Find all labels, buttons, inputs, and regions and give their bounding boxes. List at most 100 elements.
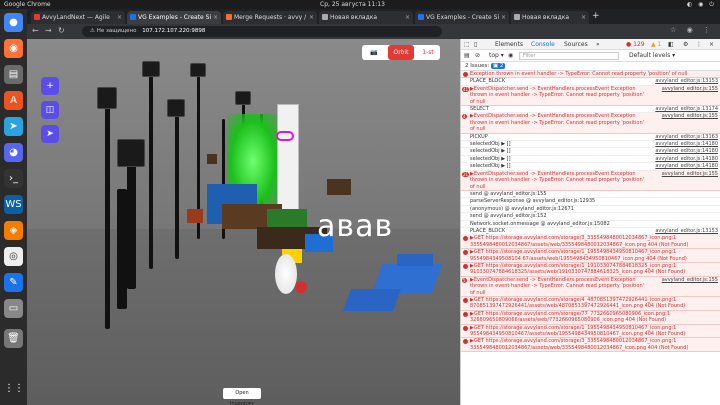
more-tabs-button[interactable]: » — [596, 41, 600, 48]
tab-1[interactable]: AvvyLandNext — Agile × — [31, 11, 125, 24]
device-toggle-icon[interactable]: ▯ — [474, 41, 477, 48]
console-log-row[interactable]: (anonymous) @ avvyland_editor.js:12671 — [461, 206, 720, 214]
source-link[interactable]: avvyland_editor.js:13153 — [655, 78, 718, 84]
console-log-row[interactable]: SELECT avvyland_editor.js:13174 — [461, 106, 720, 114]
close-icon[interactable]: × — [213, 14, 218, 21]
console-log[interactable]: Exception thrown in event handler -> Typ… — [461, 71, 720, 353]
source-link[interactable]: avvyland_editor.js:155 — [662, 86, 718, 92]
tab-4[interactable]: Новая вкладка × — [319, 11, 413, 24]
editor-icon[interactable]: ✎ — [4, 273, 23, 292]
context-selector[interactable]: top ▾ — [489, 52, 504, 59]
shapes-button[interactable]: ◫ — [41, 101, 59, 119]
scene-viewport[interactable]: авав 📷 Orbit 1-st + ◫ ➤ Open Inventory — [27, 39, 460, 405]
app-grid-icon[interactable]: ⋮⋮ — [4, 379, 24, 398]
system-tray-icons[interactable]: ◐ ◉ ⏻ — [687, 1, 716, 9]
tab-elements[interactable]: Elements — [495, 41, 523, 48]
source-link[interactable]: avvyland_editor.js:155 — [662, 277, 718, 283]
source-link[interactable]: avvyland_editor.js:14180 — [655, 163, 718, 169]
issues-bar[interactable]: 2 Issues: ▣ 2 — [461, 62, 720, 71]
sidebar-toggle-icon[interactable]: ▤ — [464, 52, 470, 59]
console-filter-input[interactable]: Filter — [519, 52, 619, 60]
chrome-icon[interactable]: ● — [4, 13, 23, 32]
source-link[interactable]: avvyland_editor.js:14180 — [655, 156, 718, 162]
tab-5[interactable]: VG Examples - Create Si × — [415, 11, 509, 24]
console-log-row[interactable]: selectedObj ▶ [] avvyland_editor.js:14180 — [461, 148, 720, 156]
source-link[interactable]: avvyland_editor.js:14180 — [655, 141, 718, 147]
close-icon[interactable]: × — [709, 41, 714, 48]
back-icon[interactable]: ← — [32, 26, 39, 35]
source-link[interactable]: avvyland_editor.js:155 — [662, 113, 718, 119]
console-log-row[interactable]: send @ avvyland_editor.js:155 — [461, 191, 720, 199]
terminal-icon[interactable]: ›_ — [4, 169, 23, 188]
discord-icon[interactable]: ◕ — [4, 143, 23, 162]
console-error-row[interactable]: 4 ▶EventDispatcher.send -> EventHandlers.… — [461, 113, 720, 134]
console-log-row[interactable]: Network.socket.onmessage @ avvyland_edit… — [461, 221, 720, 228]
console-error-row[interactable]: ▶GET https://storage.avvyland.com/storag… — [461, 297, 720, 311]
forward-icon[interactable]: → — [45, 26, 52, 35]
console-error-row[interactable]: 5 ▶EventDispatcher.send -> EventHandlers.… — [461, 276, 720, 297]
console-error-row[interactable]: 41 ▶EventDispatcher.send -> EventHandlers… — [461, 85, 720, 107]
source-link[interactable]: avvyland_editor.js:155 — [662, 171, 718, 177]
software-icon[interactable]: A — [4, 91, 23, 110]
tab-2[interactable]: VG Examples - Create Si × — [127, 11, 221, 24]
console-error-row[interactable]: ▶GET https://storage.avvyland.com/storag… — [461, 338, 720, 353]
console-error-row[interactable]: ▶GET https://storage.avvyland.com/storag… — [461, 235, 720, 250]
new-tab-button[interactable]: + — [592, 11, 600, 21]
reload-icon[interactable]: ↻ — [58, 26, 65, 35]
source-link[interactable]: avvyland_editor.js:14180 — [655, 148, 718, 154]
active-app-name[interactable]: Google Chrome — [4, 1, 51, 8]
tab-sources[interactable]: Sources — [564, 41, 588, 48]
console-error-row[interactable]: ▶GET https://storage.avvyland.com/storag… — [461, 262, 720, 277]
issues-shortcut-icon[interactable]: ◧ — [668, 41, 674, 48]
clear-console-icon[interactable]: ⊘ — [475, 52, 480, 59]
settings-gear-icon[interactable]: ⚙ — [683, 41, 688, 48]
console-log-row[interactable]: PLACE_BLOCK avvyland_editor.js:13153 — [461, 228, 720, 236]
inspect-icon[interactable]: ⬚ — [464, 41, 470, 48]
tab-6[interactable]: Новая вкладка × — [511, 11, 589, 24]
console-error-row[interactable]: ▶GET https://storage.avvyland.com/storag… — [461, 310, 720, 325]
telegram-icon[interactable]: ➤ — [4, 117, 23, 136]
console-log-row[interactable]: selectedObj ▶ [] avvyland_editor.js:14180 — [461, 141, 720, 149]
orbit-mode-button[interactable]: Orbit — [388, 45, 414, 60]
address-bar[interactable]: ⚠ Не защищено 107.172.107.220:9898 — [82, 26, 442, 37]
console-log-row[interactable]: selectedObj ▶ [] avvyland_editor.js:14180 — [461, 163, 720, 171]
warning-counter[interactable]: ▲ 1 — [651, 41, 661, 48]
tab-3[interactable]: Merge Requests · avvy / × — [223, 11, 317, 24]
log-levels-dropdown[interactable]: Default levels ▾ — [629, 52, 675, 59]
console-error-row[interactable]: Exception thrown in event handler -> Typ… — [461, 71, 720, 79]
console-log-row[interactable]: parseServerResponse @ avvyland_editor.js… — [461, 198, 720, 206]
close-icon[interactable]: × — [117, 14, 122, 21]
console-error-row[interactable]: ▶GET https://storage.avvyland.com/storag… — [461, 249, 720, 263]
console-log-row[interactable]: selectedObj ▶ [] avvyland_editor.js:14180 — [461, 156, 720, 164]
source-link[interactable]: avvyland_editor.js:13163 — [655, 134, 718, 140]
clock[interactable]: Ср, 25 августа 11:13 — [320, 1, 385, 8]
add-object-button[interactable]: + — [41, 77, 59, 95]
first-person-mode-button[interactable]: 1-st — [416, 45, 440, 60]
console-error-row[interactable]: 21 ▶EventDispatcher.send -> EventHandlers… — [461, 170, 720, 191]
console-error-row[interactable]: ▶GET https://storage.avvyland.com/storag… — [461, 324, 720, 339]
source-link[interactable]: avvyland_editor.js:13174 — [655, 106, 718, 112]
usb-drive-icon[interactable]: ▭ — [4, 299, 23, 318]
error-counter[interactable]: ● 129 — [626, 41, 645, 48]
files-icon[interactable]: ▤ — [4, 65, 23, 84]
console-log-row[interactable]: PICKUP avvyland_editor.js:13163 — [461, 134, 720, 142]
toolbar-actions[interactable]: ☆ ◉ ⋮ — [670, 26, 714, 34]
close-icon[interactable]: × — [501, 14, 506, 21]
screenshot-mode-button[interactable]: 📷 — [362, 45, 386, 60]
select-tool-button[interactable]: ➤ — [41, 125, 59, 143]
trash-icon[interactable]: 🗑 — [4, 329, 23, 348]
webstorm-icon[interactable]: WS — [4, 195, 23, 214]
kebab-menu-icon[interactable]: ⋮ — [696, 41, 702, 48]
eye-icon[interactable]: ◉ — [508, 52, 513, 59]
tab-console[interactable]: Console — [531, 41, 555, 48]
console-log-row[interactable]: send @ avvyland_editor.js:152 — [461, 213, 720, 221]
open-inventory-button[interactable]: Open Inventory — [223, 388, 261, 405]
close-icon[interactable]: × — [405, 14, 410, 21]
disk-icon[interactable]: ◎ — [4, 247, 23, 266]
blender-icon[interactable]: ◈ — [4, 221, 23, 240]
close-icon[interactable]: × — [581, 14, 586, 21]
console-log-row[interactable]: PLACE_BLOCK avvyland_editor.js:13153 — [461, 78, 720, 86]
firefox-icon[interactable]: ◉ — [4, 39, 23, 58]
source-link[interactable]: avvyland_editor.js:13153 — [655, 228, 718, 234]
close-icon[interactable]: × — [309, 14, 314, 21]
